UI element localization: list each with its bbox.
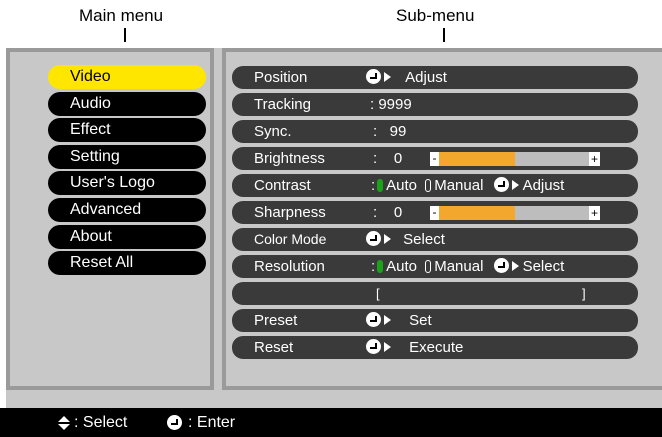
enter-icon [366, 69, 381, 85]
enter-icon [366, 339, 381, 355]
arrow-right-icon [384, 315, 391, 326]
sub-menu-callout: Sub-menu [396, 6, 475, 25]
sync-value: : 99 [373, 123, 407, 140]
tracking-value: : 9999 [370, 96, 412, 113]
tracking-row[interactable]: Tracking : 9999 [232, 93, 638, 116]
main-menu-item-user-s-logo[interactable]: User's Logo [48, 171, 206, 196]
reset-action: Execute [409, 339, 464, 356]
footer-select-label: : Select [74, 414, 128, 431]
contrast-action: Adjust [522, 177, 565, 194]
resolution-options: : Auto Manual Select [371, 255, 564, 278]
reset-value: Execute [366, 336, 463, 359]
plus-icon: + [589, 152, 600, 166]
resolution-row[interactable]: Resolution : Auto Manual Select [232, 255, 638, 278]
main-menu-item-video[interactable]: Video [48, 65, 206, 89]
position-label: Position [254, 69, 308, 86]
sharpness-slider[interactable]: - + [430, 206, 600, 220]
reset-row[interactable]: Reset Execute [232, 336, 638, 359]
sharpness-slider-fill [430, 206, 515, 220]
brightness-row[interactable]: Brightness : 0 - + [232, 147, 638, 170]
resolution-action: Select [522, 258, 565, 275]
contrast-label: Contrast [254, 177, 311, 194]
contrast-options: : Auto Manual Adjust [371, 174, 564, 197]
main-menu-callout: Main menu [79, 6, 164, 25]
sharpness-label: Sharpness [254, 204, 326, 221]
color-mode-row[interactable]: Color Mode Select [232, 228, 638, 251]
contrast-row[interactable]: Contrast : Auto Manual Adjust [232, 174, 638, 197]
main-menu-item-advanced[interactable]: Advanced [48, 198, 206, 222]
up-down-arrows-icon [58, 416, 70, 430]
contrast-colon: : [371, 177, 376, 194]
resolution-bracket-close: ] [582, 286, 586, 301]
arrow-right-icon [384, 234, 391, 245]
contrast-manual-label: Manual [434, 177, 484, 194]
minus-icon: - [430, 152, 439, 166]
position-action: Adjust [405, 69, 447, 86]
resolution-label: Resolution [254, 258, 325, 275]
resolution-info-row: [ ] [232, 282, 638, 305]
reset-label: Reset [254, 339, 294, 356]
position-row[interactable]: Position Adjust [232, 66, 638, 89]
resolution-colon: : [371, 258, 376, 275]
resolution-manual-radio[interactable] [425, 259, 432, 273]
sync-label: Sync. [254, 123, 292, 140]
brightness-slider[interactable]: - + [430, 152, 600, 166]
resolution-auto-label: Auto [386, 258, 418, 275]
footer-enter-label: : Enter [188, 414, 236, 431]
position-value: Adjust [366, 66, 447, 89]
sync-row[interactable]: Sync. : 99 [232, 120, 638, 143]
brightness-value: : 0 [373, 150, 403, 167]
contrast-auto-radio[interactable] [377, 178, 384, 192]
enter-icon [493, 258, 509, 274]
main-menu-item-setting[interactable]: Setting [48, 144, 206, 169]
main-menu-item-audio[interactable]: Audio [48, 91, 206, 116]
enter-icon [493, 177, 509, 193]
preset-row[interactable]: Preset Set [232, 309, 638, 332]
contrast-manual-radio[interactable] [425, 178, 432, 192]
arrow-right-icon [511, 180, 519, 191]
arrow-right-icon [384, 72, 391, 83]
enter-icon [366, 312, 381, 328]
main-menu-item-reset-all[interactable]: Reset All [48, 251, 206, 276]
enter-icon [366, 231, 381, 247]
preset-label: Preset [254, 312, 298, 329]
preset-action: Set [409, 312, 432, 329]
resolution-manual-label: Manual [434, 258, 484, 275]
arrow-right-icon [511, 261, 519, 272]
color-mode-value: Select [366, 228, 445, 251]
color-mode-action: Select [403, 231, 445, 248]
arrow-right-icon [384, 342, 391, 353]
tracking-label: Tracking [254, 96, 311, 113]
preset-value: Set [366, 309, 432, 332]
contrast-auto-label: Auto [386, 177, 418, 194]
enter-icon [167, 415, 182, 430]
main-menu-item-effect[interactable]: Effect [48, 118, 206, 143]
brightness-label: Brightness [254, 150, 325, 167]
minus-icon: - [430, 206, 439, 220]
footer-help-bar: : Select : Enter [0, 408, 662, 437]
resolution-bracket-open: [ [376, 286, 380, 301]
plus-icon: + [589, 206, 600, 220]
main-menu-item-about[interactable]: About [48, 224, 206, 249]
sharpness-value: : 0 [373, 204, 403, 221]
color-mode-label: Color Mode [254, 231, 327, 247]
brightness-slider-fill [430, 152, 515, 166]
sharpness-row[interactable]: Sharpness : 0 - + [232, 201, 638, 224]
resolution-auto-radio[interactable] [377, 259, 384, 273]
